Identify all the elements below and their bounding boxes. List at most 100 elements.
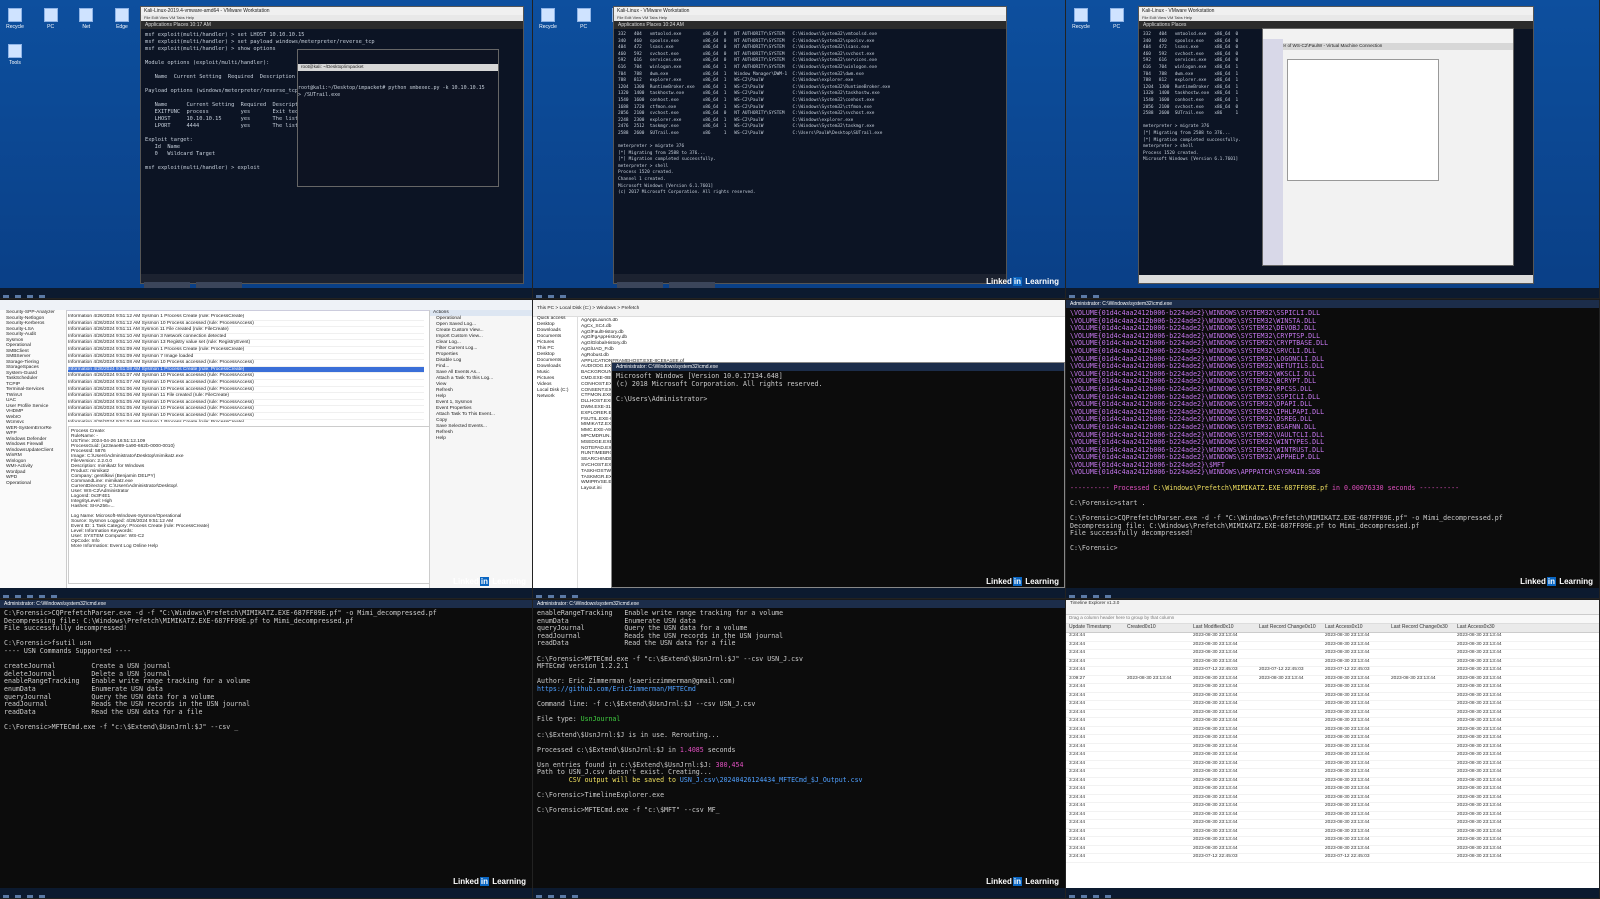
table-row[interactable]: 3:24:44 2023-08-30 23:13:44 2023-08-30 23:…: [1066, 837, 1599, 846]
column-header[interactable]: Last Access0x10: [1325, 624, 1391, 630]
table-row[interactable]: 3:24:44 2023-08-30 23:13:44 2023-08-30 23:…: [1066, 846, 1599, 854]
start-icon[interactable]: [536, 895, 542, 898]
table-cell: 3:24:44: [1069, 760, 1086, 766]
event-row[interactable]: Information 4/26/2024 9:51:08 AM Sysmon …: [68, 360, 424, 367]
event-row[interactable]: Information 4/26/2024 9:51:04 AM Sysmon …: [68, 413, 424, 420]
cmd-window[interactable]: Administrator: C:\Windows\system32\cmd.e…: [0, 600, 532, 888]
column-header[interactable]: Update Timestamp: [1066, 624, 1127, 630]
table-row[interactable]: 3:24:44 2023-08-30 23:13:44 2023-08-30 23:…: [1066, 693, 1599, 701]
recycle-bin-icon[interactable]: Recycle: [1071, 8, 1091, 30]
column-header[interactable]: Created0x10: [1127, 624, 1193, 630]
cmd-window[interactable]: Administrator: C:\Windows\system32\cmd.e…: [533, 600, 1065, 888]
action-item[interactable]: Help: [430, 436, 532, 442]
event-row[interactable]: Information 4/26/2024 9:51:09 AM Sysmon …: [68, 347, 424, 354]
table-row[interactable]: 3:24:44 2023-08-30 23:13:44 2023-08-30 23:…: [1066, 794, 1599, 803]
event-row[interactable]: Information 4/26/2024 9:51:12 AM Sysmon …: [68, 314, 424, 321]
start-icon[interactable]: [3, 595, 9, 598]
table-row[interactable]: 3:24:44 2023-08-30 23:13:44 2023-08-30 23:…: [1066, 718, 1599, 727]
network-icon[interactable]: Net: [76, 8, 96, 30]
taskbar: [0, 588, 532, 598]
table-row[interactable]: 3:24:44 2023-08-30 23:13:44 2023-08-30 23:…: [1066, 642, 1599, 650]
event-row[interactable]: Information 4/26/2024 9:51:04 AM Sysmon …: [68, 420, 424, 423]
table-row[interactable]: 3:24:44 2023-08-30 23:13:44 2023-08-30 23:…: [1066, 701, 1599, 710]
table-row[interactable]: 3:24:44 2023-08-30 23:13:44 2023-08-30 23:…: [1066, 778, 1599, 786]
table-row[interactable]: 3:24:44 2023-08-30 23:13:44 2023-08-30 23:…: [1066, 820, 1599, 829]
table-row[interactable]: 3:24:44 2023-08-30 23:13:44 2023-08-30 23:…: [1066, 726, 1599, 735]
start-icon[interactable]: [536, 295, 542, 298]
table-row[interactable]: 3:24:44 2023-08-30 23:13:44 2023-08-30 23:…: [1066, 786, 1599, 795]
event-row[interactable]: Information 4/26/2024 9:51:07 AM Sysmon …: [68, 373, 424, 380]
table-row[interactable]: 3:24:44 2023-08-30 23:13:44 2023-08-30 23:…: [1066, 710, 1599, 718]
edge-icon[interactable]: Edge: [112, 8, 132, 30]
log-tree[interactable]: Security-SPP-Analyzer Security-Netlogon Se…: [0, 310, 67, 588]
column-header[interactable]: Last Record Change0x10: [1259, 624, 1325, 630]
event-viewer-window: Security-SPP-Analyzer Security-Netlogon Se…: [0, 300, 532, 588]
start-icon[interactable]: [1069, 895, 1075, 898]
event-row[interactable]: Information 4/26/2024 9:51:07 AM Sysmon …: [68, 380, 424, 387]
table-cell: 2023-08-30 23:13:44: [1193, 701, 1238, 706]
table-row[interactable]: 3:24:44 2023-08-30 23:13:44 2023-08-30 23:…: [1066, 760, 1599, 769]
column-header[interactable]: Last Access0x30: [1457, 624, 1523, 630]
table-cell: 2023-08-30 23:13:44: [1193, 633, 1238, 638]
table-cell: 2023-08-30 23:13:44: [1193, 726, 1238, 732]
table-row[interactable]: 3:24:44 2023-08-30 23:13:44 2023-08-30 23:…: [1066, 744, 1599, 752]
column-header[interactable]: Last Modified0x10: [1193, 624, 1259, 630]
table-cell: 2023-08-30 23:13:44: [1325, 794, 1370, 800]
vmware-window: Kali-Linux - VMware Workstation File Edi…: [613, 6, 1007, 288]
start-icon[interactable]: [536, 595, 542, 598]
explorer-ribbon[interactable]: This PC > Local Disk (C:) > Windows > Pr…: [533, 300, 1065, 317]
table-row[interactable]: 3:24:44 2023-08-30 23:13:44 2023-08-30 23:…: [1066, 803, 1599, 812]
table-row[interactable]: 3:24:44 2023-08-30 23:13:44 2023-08-30 23:…: [1066, 633, 1599, 642]
navigation-pane[interactable]: Quick access Desktop Downloads Documents Pic…: [533, 316, 578, 588]
event-row[interactable]: Information 4/26/2024 9:51:05 AM Sysmon …: [68, 406, 424, 413]
terminal-line: meterpreter > migrate 376: [618, 144, 685, 150]
table-row[interactable]: 3:24:44 2023-08-30 23:13:44 2023-08-30 23:…: [1066, 684, 1599, 693]
start-icon[interactable]: [3, 295, 9, 298]
terminal-line: 2588 2600 SUTrail.exe x86 1 WS-C2\PaulW …: [618, 130, 883, 136]
grid-rows[interactable]: 3:24:44 2023-08-30 23:13:44 2023-08-30 23:…: [1066, 633, 1599, 863]
nav-item[interactable]: Network: [533, 394, 577, 400]
table-cell: 2023-08-30 23:13:44: [1325, 701, 1370, 706]
computer-icon[interactable]: PC: [1107, 8, 1127, 30]
debugger-window[interactable]: Debugger of WS-C2\PaulW - Virtual Machin…: [1262, 28, 1514, 266]
taskbar: [0, 888, 532, 898]
event-row[interactable]: Information 4/26/2024 9:51:06 AM Sysmon …: [68, 393, 424, 400]
event-list[interactable]: Information 4/26/2024 9:51:12 AM Sysmon …: [68, 314, 424, 422]
cmd-window[interactable]: Administrator: C:\Windows\system32\cmd.e…: [1066, 300, 1599, 588]
column-header[interactable]: Last Record Change0x30: [1391, 624, 1457, 630]
computer-icon[interactable]: PC: [574, 8, 594, 30]
timeline-toolbar[interactable]: Timeline Explorer v1.3.0: [1066, 600, 1599, 615]
table-row[interactable]: 3:09:27 2023-08-30 23:13:44 2023-08-30 23:…: [1066, 676, 1599, 684]
start-icon[interactable]: [1069, 295, 1075, 298]
start-icon[interactable]: [1069, 595, 1075, 598]
table-cell: 2023-08-30 23:13:44: [1457, 752, 1502, 757]
cmd-window[interactable]: Administrator: C:\Windows\system32\cmd.e…: [611, 362, 1065, 588]
table-row[interactable]: 3:24:44 2023-07-12 22:45:03 2023-07-12 22:…: [1066, 854, 1599, 863]
address-bar[interactable]: This PC > Local Disk (C:) > Windows > Pr…: [533, 300, 1065, 311]
impacket-terminal-popup[interactable]: root@kali: ~/Desktop/impacket root@kali:…: [297, 49, 499, 187]
start-icon[interactable]: [3, 895, 9, 898]
computer-icon[interactable]: PC: [41, 8, 61, 30]
taskbar: [1066, 888, 1599, 898]
terminal-line: ---- USN Commands Supported ----: [4, 646, 132, 655]
table-row[interactable]: 3:24:44 2023-08-30 23:13:44 2023-08-30 23:…: [1066, 769, 1599, 778]
table-row[interactable]: 3:24:44 2023-08-30 23:13:44 2023-08-30 23:…: [1066, 752, 1599, 761]
table-cell: 2023-07-12 22:45:03: [1193, 667, 1238, 672]
recycle-bin-icon[interactable]: Recycle: [538, 8, 558, 30]
hex-view[interactable]: [1287, 59, 1439, 181]
event-row[interactable]: Information 4/26/2024 9:51:10 AM Sysmon …: [68, 340, 424, 347]
group-by-hint[interactable]: Drag a column header here to group by th…: [1066, 615, 1599, 624]
folder-icon[interactable]: Tools: [5, 44, 25, 66]
github-link[interactable]: https://github.com/EricZimmerman/MFTECmd: [537, 685, 1061, 694]
table-row[interactable]: 3:24:44 2023-08-30 23:13:44 2023-08-30 23:…: [1066, 735, 1599, 744]
event-row[interactable]: Information 4/26/2024 9:51:11 AM Sysmon …: [68, 327, 424, 334]
table-row[interactable]: 3:24:44 2023-07-12 22:45:03 2023-07-12 22:…: [1066, 667, 1599, 676]
grid-header[interactable]: Update Timestamp Created0x10 Last Modified…: [1066, 624, 1599, 633]
video-thumbnail-grid: Recycle PC Net Edge Tools Kali-Linux-201…: [0, 0, 1600, 899]
table-row[interactable]: 3:24:44 2023-08-30 23:13:44 2023-08-30 23:…: [1066, 659, 1599, 667]
recycle-bin-icon[interactable]: Recycle: [5, 8, 25, 30]
meterpreter-terminal[interactable]: 332 404 vmtoolsd.exe x86_64 0 NT AUTHORI…: [614, 29, 1006, 275]
table-row[interactable]: 3:24:44 2023-08-30 23:13:44 2023-08-30 23:…: [1066, 812, 1599, 820]
table-row[interactable]: 3:24:44 2023-08-30 23:13:44 2023-08-30 23:…: [1066, 829, 1599, 837]
table-row[interactable]: 3:24:44 2023-08-30 23:13:44 2023-08-30 23:…: [1066, 650, 1599, 659]
